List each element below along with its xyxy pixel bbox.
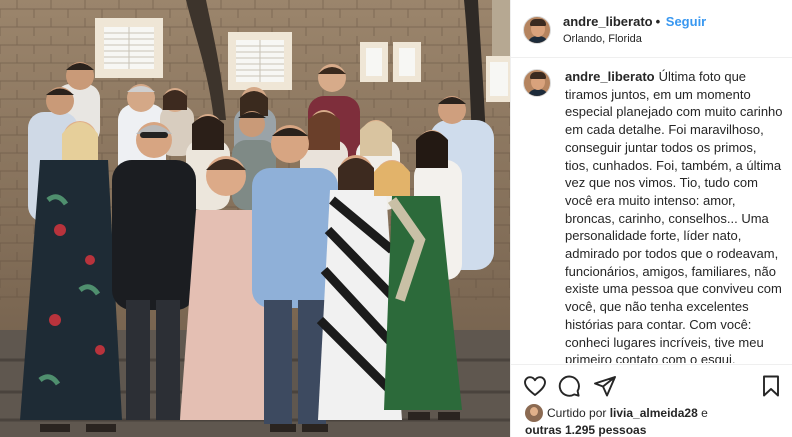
liker-username[interactable]: livia_almeida28 <box>610 406 698 420</box>
share-icon[interactable] <box>593 374 617 398</box>
caption-scroll-area[interactable]: andre_liberato Última foto que tiramos ju… <box>511 59 792 363</box>
caption-avatar[interactable] <box>523 69 551 97</box>
likes-prefix: Curtido por <box>547 406 610 420</box>
post-side-panel: andre_liberato • Seguir Orlando, Florida … <box>510 0 792 437</box>
liker-avatar[interactable] <box>525 404 543 422</box>
likes-summary: Curtido por livia_almeida28 e outras 1.2… <box>525 404 708 437</box>
likes-others-count[interactable]: outras 1.295 pessoas <box>525 423 646 437</box>
bookmark-icon[interactable] <box>759 374 783 398</box>
avatar[interactable] <box>523 16 551 44</box>
follow-button[interactable]: Seguir <box>666 14 706 29</box>
header-user-line: andre_liberato • Seguir <box>563 14 706 29</box>
caption-body: Última foto que tiramos juntos, em um mo… <box>565 69 783 363</box>
location-link[interactable]: Orlando, Florida <box>563 33 642 45</box>
separator-dot: • <box>655 14 661 29</box>
caption-username[interactable]: andre_liberato <box>565 69 655 84</box>
action-bar: Curtido por livia_almeida28 e outras 1.2… <box>511 364 792 437</box>
likes-conjunction: e <box>697 406 708 420</box>
family-group-photo <box>0 0 510 437</box>
comment-icon[interactable] <box>557 374 581 398</box>
post-photo[interactable] <box>0 0 510 437</box>
post-header: andre_liberato • Seguir Orlando, Florida <box>511 0 792 58</box>
caption-text: andre_liberato Última foto que tiramos ju… <box>565 68 783 363</box>
username-link[interactable]: andre_liberato <box>563 14 653 29</box>
heart-icon[interactable] <box>523 374 547 398</box>
